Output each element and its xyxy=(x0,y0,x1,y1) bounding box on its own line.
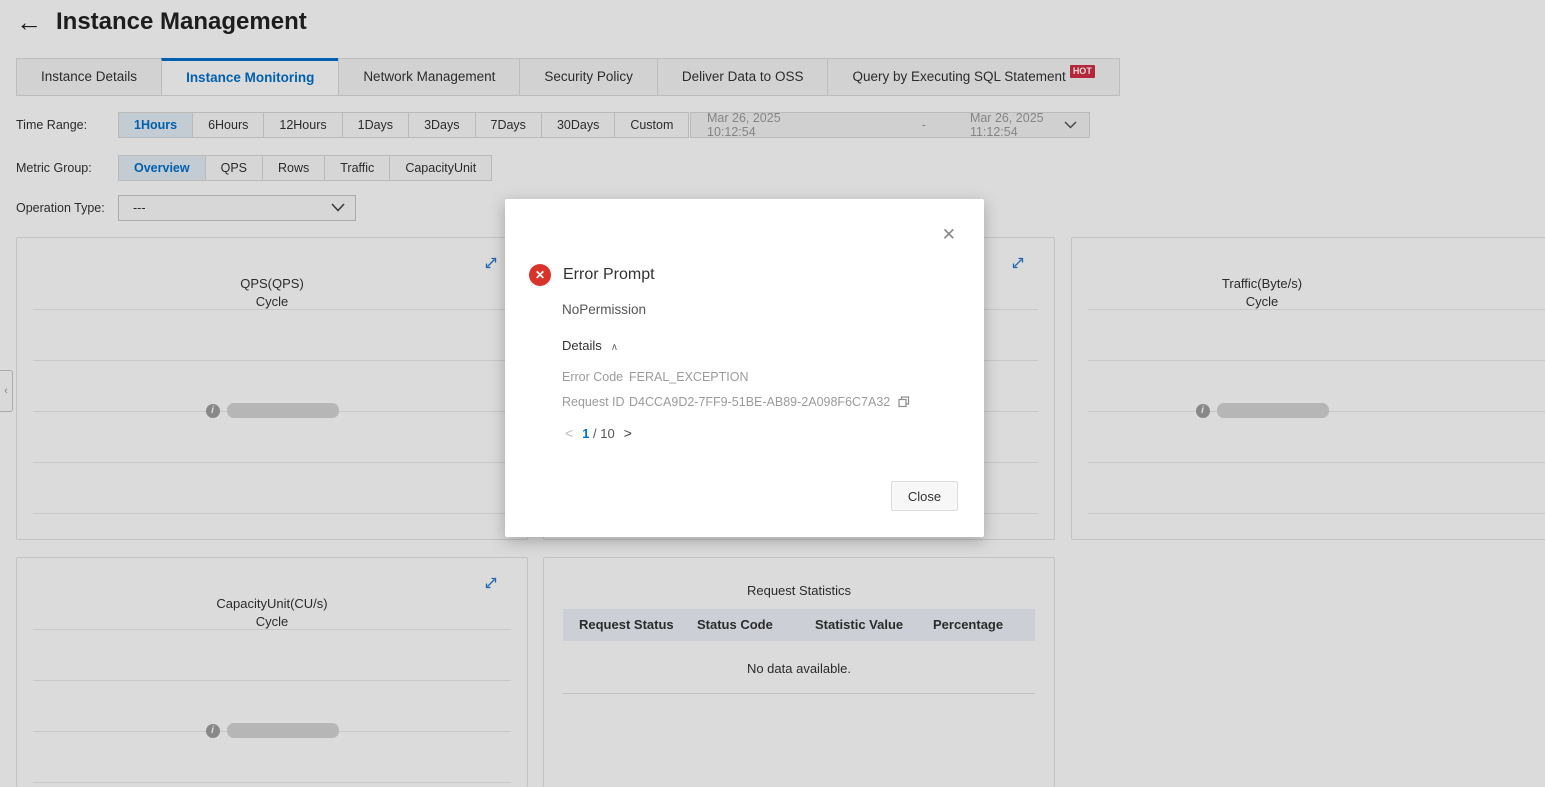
error-code-row: Error Code FERAL_EXCEPTION xyxy=(562,370,748,384)
dialog-title: Error Prompt xyxy=(563,266,655,283)
details-label: Details xyxy=(562,338,602,353)
close-icon[interactable]: ✕ xyxy=(942,226,956,243)
prev-page-icon[interactable]: < xyxy=(565,425,573,441)
details-toggle[interactable]: Details ∧ xyxy=(562,338,618,353)
error-code-value: FERAL_EXCEPTION xyxy=(629,370,749,384)
total-pages: 10 xyxy=(600,425,615,441)
error-icon: ✕ xyxy=(529,264,551,286)
request-id-row: Request ID D4CCA9D2-7FF9-51BE-AB89-2A098… xyxy=(562,395,910,409)
close-button[interactable]: Close xyxy=(891,481,958,511)
error-pagination: < 1 / 10 > xyxy=(565,425,632,441)
instance-management-page: ← Instance Management Instance Details I… xyxy=(0,0,1545,787)
error-prompt-dialog: ✕ ✕ Error Prompt NoPermission Details ∧ E… xyxy=(505,199,984,537)
dialog-title-row: ✕ Error Prompt xyxy=(529,264,655,286)
error-message: NoPermission xyxy=(562,302,647,317)
request-id-label: Request ID xyxy=(562,395,625,409)
copy-icon[interactable] xyxy=(898,396,910,408)
next-page-icon[interactable]: > xyxy=(624,425,632,441)
current-page: 1 xyxy=(582,425,590,441)
caret-up-icon: ∧ xyxy=(610,342,619,353)
error-code-label: Error Code xyxy=(562,370,624,384)
page-separator: / xyxy=(593,425,597,441)
request-id-value: D4CCA9D2-7FF9-51BE-AB89-2A098F6C7A32 xyxy=(629,395,891,409)
